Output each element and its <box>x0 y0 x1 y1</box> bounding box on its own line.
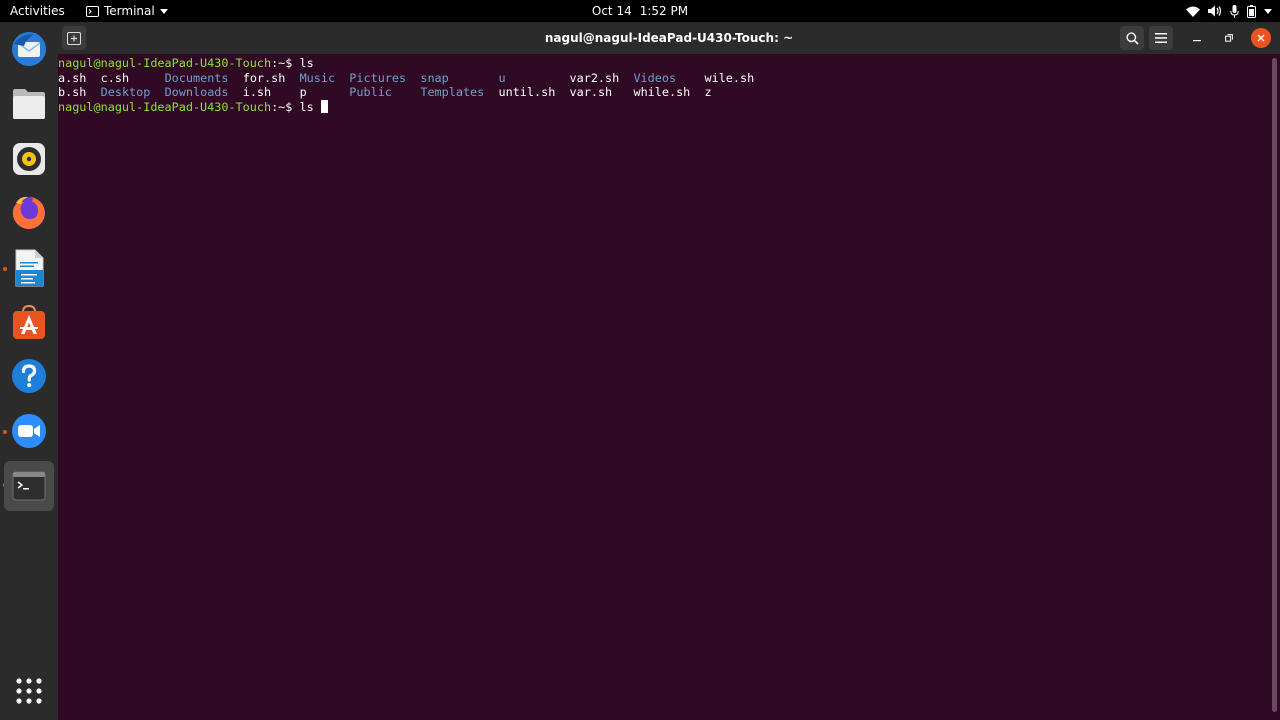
maximize-icon <box>1225 34 1233 42</box>
maximize-button[interactable] <box>1217 26 1241 50</box>
dock-item-rhythmbox[interactable] <box>8 138 50 180</box>
running-indicator <box>3 430 7 434</box>
dock-item-files[interactable] <box>8 83 50 125</box>
dock-item-zoom[interactable] <box>8 410 50 452</box>
ls-entry-directory: Documents <box>164 70 229 85</box>
rhythmbox-icon <box>13 143 45 175</box>
ls-entry-directory: Videos <box>633 70 677 85</box>
volume-icon <box>1208 5 1222 17</box>
ls-entry-file: wile.sh <box>704 70 755 85</box>
help-icon <box>12 359 46 393</box>
top-bar: Activities Terminal Oct 14 1:52 PM <box>0 0 1280 22</box>
dock-item-libreoffice-writer[interactable] <box>8 247 50 289</box>
terminal-line: nagul@nagul-IdeaPad-U430-Touch:~$ ls <box>58 56 314 70</box>
ls-entry-file: c.sh <box>100 70 130 85</box>
command-input[interactable]: ls <box>300 100 321 114</box>
terminal-content[interactable]: nagul@nagul-IdeaPad-U430-Touch:~$ ls a.s… <box>58 54 1280 720</box>
software-center-icon <box>13 304 45 339</box>
microphone-icon <box>1230 4 1239 18</box>
firefox-icon <box>12 196 45 229</box>
dock-item-thunderbird[interactable] <box>8 28 50 70</box>
ls-entry-directory: Pictures <box>349 70 407 85</box>
clock-time: 1:52 PM <box>639 4 689 18</box>
ls-entry-file: p <box>299 85 307 99</box>
ls-entry-directory: Desktop <box>100 85 151 99</box>
ls-entry-directory: Downloads <box>164 85 229 99</box>
clock-date: Oct 14 <box>591 4 632 18</box>
terminal-line: nagul@nagul-IdeaPad-U430-Touch:~$ ls <box>58 99 328 114</box>
window-title: nagul@nagul-IdeaPad-U430-Touch: ~ <box>544 31 794 45</box>
prompt-path: :~$ <box>271 56 300 70</box>
ls-output-row: a.sh c.sh Documents for.sh Music Picture… <box>58 71 754 85</box>
ls-entry-file: i.sh <box>242 85 272 99</box>
ls-entry-directory: u <box>498 70 506 85</box>
show-applications-icon <box>16 678 42 704</box>
ls-entry-directory: Templates <box>420 85 485 99</box>
close-icon <box>1257 34 1265 42</box>
system-menu-chevron-icon <box>1264 8 1272 14</box>
clock[interactable]: Oct 14 1:52 PM <box>0 0 1280 22</box>
dock-item-terminal[interactable] <box>4 461 54 511</box>
prompt-user-host: nagul@nagul-IdeaPad-U430-Touch <box>58 99 272 114</box>
system-tray[interactable] <box>1186 0 1272 22</box>
search-button[interactable] <box>1120 26 1144 50</box>
show-applications-button[interactable] <box>8 670 50 712</box>
dock-item-software-center[interactable] <box>8 301 50 343</box>
ls-entry-file: b.sh <box>58 85 87 99</box>
dock <box>0 22 58 720</box>
libreoffice-writer-icon <box>15 249 44 287</box>
prompt-user-host: nagul@nagul-IdeaPad-U430-Touch <box>58 56 272 70</box>
running-indicator <box>3 267 7 271</box>
menu-button[interactable] <box>1149 26 1173 50</box>
prompt-path: :~$ <box>271 99 300 114</box>
ls-entry-file: while.sh <box>633 85 691 99</box>
ls-entry-file: z <box>704 85 712 99</box>
ls-output-row: b.sh Desktop Downloads i.sh p Public Tem… <box>58 85 712 99</box>
terminal-icon <box>12 471 46 501</box>
ls-entry-directory: Public <box>349 85 392 99</box>
minimize-icon <box>1193 40 1201 42</box>
ls-entry-file: a.sh <box>58 70 87 85</box>
ls-entry-file: var2.sh <box>569 70 620 85</box>
battery-icon <box>1247 4 1256 18</box>
ls-entry-file: var.sh <box>569 85 613 99</box>
ls-entry-directory: Music <box>299 70 336 85</box>
zoom-icon <box>12 414 46 448</box>
text-cursor <box>320 99 328 113</box>
dock-item-firefox[interactable] <box>8 192 50 234</box>
minimize-button[interactable] <box>1185 26 1209 50</box>
close-button[interactable] <box>1251 28 1271 48</box>
files-icon <box>13 89 45 119</box>
search-icon <box>1125 31 1139 45</box>
hamburger-menu-icon <box>1155 33 1167 43</box>
command-text: ls <box>299 56 314 70</box>
wifi-icon <box>1186 6 1200 17</box>
ls-entry-file: for.sh <box>242 70 286 85</box>
scrollbar[interactable] <box>1272 58 1277 712</box>
ls-entry-directory: snap <box>420 70 449 85</box>
ls-entry-file: until.sh <box>498 85 556 99</box>
terminal-header-bar: nagul@nagul-IdeaPad-U430-Touch: ~ <box>58 22 1280 54</box>
thunderbird-icon <box>12 32 46 66</box>
dock-item-help[interactable] <box>8 355 50 397</box>
terminal-output: nagul@nagul-IdeaPad-U430-Touch:~$ ls a.s… <box>58 56 754 114</box>
